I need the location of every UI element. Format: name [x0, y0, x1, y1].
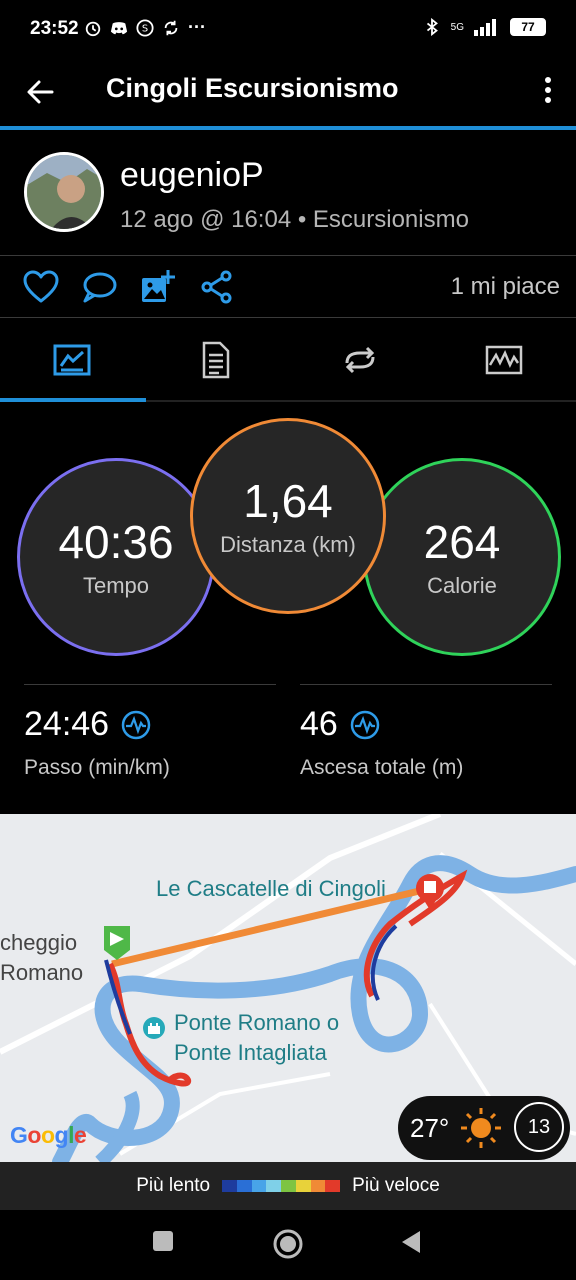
arrow-left-icon[interactable] — [24, 76, 56, 108]
poi-label-ponte-line2[interactable]: Ponte Intagliata — [174, 1040, 327, 1066]
ascent-value: 46 — [300, 705, 338, 743]
gradient-swatch — [251, 1180, 267, 1192]
pace-label: Passo (min/km) — [24, 756, 170, 779]
place-label-1: cheggio — [0, 930, 78, 955]
legend-slow-label: Più lento — [136, 1175, 211, 1196]
page-title: Cingoli Escursionismo — [106, 73, 399, 103]
tab-selected-indicator — [0, 398, 146, 402]
legend-fast-label: Più veloce — [352, 1175, 440, 1196]
gradient-swatch — [281, 1180, 296, 1192]
chart-icon — [53, 344, 91, 376]
add-photo-icon[interactable] — [138, 268, 176, 306]
stop-icon — [424, 881, 436, 893]
tab-details[interactable] — [144, 318, 288, 402]
calories-label: Calorie — [427, 573, 497, 598]
alarm-icon — [85, 21, 101, 36]
more-notifications-icon: ··· — [188, 17, 206, 37]
comment-icon[interactable] — [80, 268, 118, 306]
place-label-2: Romano — [0, 960, 84, 985]
system-icons: 5G 77 — [423, 18, 546, 36]
activity-header: eugenioP 12 ago @ 16:04 • Escursionismo — [0, 130, 576, 256]
weather-temperature: 27° — [410, 1112, 450, 1143]
distance-value: 1,64 — [243, 475, 333, 527]
activity-meta: 12 ago @ 16:04 • Escursionismo — [120, 206, 469, 233]
speed-gradient — [222, 1180, 341, 1192]
gradient-swatch — [325, 1180, 341, 1192]
pulse-icon[interactable] — [350, 710, 380, 740]
shazam-icon: S — [136, 18, 154, 37]
distance-label: Distanza (km) — [220, 532, 356, 557]
battery-level: 77 — [521, 20, 535, 34]
share-icon[interactable] — [198, 268, 236, 306]
status-time: 23:52 — [30, 18, 79, 39]
svg-text:S: S — [142, 23, 148, 34]
sun-icon — [461, 1108, 502, 1148]
pulse-icon[interactable] — [121, 710, 151, 740]
tab-bar — [0, 318, 576, 402]
more-vert-icon[interactable] — [542, 74, 554, 106]
time-stat-circle: 40:36 Tempo — [17, 458, 215, 656]
tab-summary[interactable] — [0, 318, 144, 402]
pace-stat: 24:46 Passo (min/km) — [24, 684, 276, 780]
start-marker[interactable] — [104, 926, 130, 960]
app-bar: Cingoli Escursionismo — [0, 60, 576, 126]
notification-icons: S ··· — [84, 17, 206, 38]
ascent-stat: 46 Ascesa totale (m) — [300, 684, 552, 780]
username[interactable]: eugenioP — [120, 156, 264, 195]
speed-legend: Più lento Più veloce — [0, 1162, 576, 1210]
back-button[interactable] — [400, 1230, 422, 1254]
home-button[interactable] — [272, 1228, 304, 1260]
poi-label-ponte-line1[interactable]: Ponte Romano o — [174, 1010, 339, 1036]
sync-icon — [164, 20, 178, 35]
gradient-swatch — [295, 1180, 311, 1192]
heart-icon[interactable] — [22, 268, 60, 306]
repeat-icon — [345, 346, 375, 374]
recents-button[interactable] — [152, 1230, 174, 1252]
document-icon — [202, 341, 230, 379]
system-nav-bar — [0, 1210, 576, 1280]
gradient-swatch — [266, 1180, 282, 1192]
likes-count[interactable]: 1 mi piace — [451, 273, 560, 301]
pace-value: 24:46 — [24, 705, 110, 743]
time-label: Tempo — [82, 573, 150, 598]
tab-charts[interactable] — [432, 318, 576, 402]
distance-stat-circle: 1,64 Distanza (km) — [190, 418, 386, 614]
uv-index: 13 — [514, 1102, 564, 1152]
time-value: 40:36 — [58, 516, 174, 568]
ascent-label: Ascesa totale (m) — [300, 756, 464, 779]
activity-icon — [485, 345, 523, 375]
route-map[interactable]: Le Cascatelle di Cingoli Ponte Romano o … — [0, 814, 576, 1162]
discord-icon — [110, 21, 128, 34]
bluetooth-icon — [426, 18, 438, 36]
calories-stat-circle: 264 Calorie — [363, 458, 561, 656]
avatar[interactable] — [24, 152, 104, 232]
stats-area: 40:36 Tempo 264 Calorie 1,64 Distanza (k… — [0, 404, 576, 810]
calories-value: 264 — [423, 516, 501, 568]
avatar-image — [27, 155, 101, 229]
battery-icon: 77 — [510, 18, 546, 36]
network-type: 5G — [450, 21, 464, 33]
signal-icon — [474, 19, 496, 36]
status-bar: 23:52 S ··· 5G 77 — [0, 0, 576, 60]
actions-row: 1 mi piace — [0, 256, 576, 318]
weather-badge[interactable]: 27° 13 — [398, 1096, 570, 1160]
gradient-swatch — [222, 1180, 237, 1192]
google-logo: Google — [10, 1122, 87, 1148]
gradient-swatch — [236, 1180, 252, 1192]
gradient-swatch — [310, 1180, 326, 1192]
poi-label-cascatelle[interactable]: Le Cascatelle di Cingoli — [156, 876, 386, 902]
tab-laps[interactable] — [288, 318, 432, 402]
